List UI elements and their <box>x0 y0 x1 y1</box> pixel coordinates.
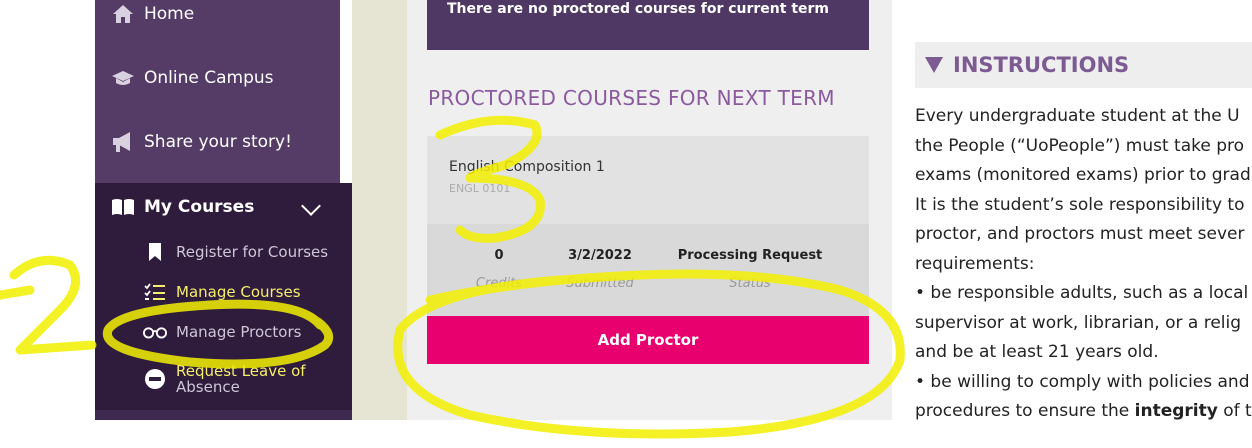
sidebar-bottom-bar <box>95 410 352 420</box>
my-courses-toggle[interactable]: My Courses <box>95 183 340 231</box>
instructions-toggle[interactable]: INSTRUCTIONS <box>915 42 1252 88</box>
sidebar-item-online-campus[interactable]: Online Campus <box>95 48 340 108</box>
instruction-line: and be at least 21 years old. <box>915 342 1159 362</box>
minus-circle-icon <box>143 368 167 390</box>
instructions-title: INSTRUCTIONS <box>953 53 1130 77</box>
instruction-line: procedures to ensure the integrity of t <box>915 397 1252 427</box>
banner-text: There are no proctored courses for curre… <box>447 1 830 17</box>
submitted-label: Submitted <box>566 276 634 291</box>
book-icon <box>110 198 136 216</box>
add-proctor-button[interactable]: Add Proctor <box>427 316 869 364</box>
divider-column <box>352 0 407 420</box>
triangle-down-icon <box>925 57 943 73</box>
current-term-banner: There are no proctored courses for curre… <box>427 0 869 50</box>
course-code: ENGL 0101 <box>449 182 511 195</box>
instruction-line: • be responsible adults, such as a local <box>915 283 1249 303</box>
instructions-body: Every undergraduate student at the U the… <box>915 102 1252 427</box>
my-courses-section: My Courses Register for Courses Manage C… <box>95 183 352 420</box>
glasses-icon <box>143 325 167 339</box>
bookmark-icon <box>143 242 167 262</box>
sidebar-item-manage-courses[interactable]: Manage Courses <box>143 280 343 304</box>
sidebar-item-label: Share your story! <box>144 132 292 152</box>
sidebar-item-manage-proctors[interactable]: Manage Proctors <box>143 320 343 344</box>
chevron-down-icon <box>301 196 321 216</box>
sidebar-item-label: Register for Courses <box>176 243 329 261</box>
instruction-line: • be willing to comply with policies and <box>915 371 1250 392</box>
instruction-line: It is the student’s sole responsibility … <box>915 194 1245 215</box>
my-courses-label: My Courses <box>144 197 255 217</box>
course-stats: 0 Credits 3/2/2022 Submitted Processing … <box>427 224 869 316</box>
instruction-bold-word: integrity <box>1134 401 1218 421</box>
submitted-value: 3/2/2022 <box>568 248 632 263</box>
instruction-line: requirements: <box>915 253 1035 274</box>
instruction-line: supervisor at work, librarian, or a reli… <box>915 312 1242 333</box>
credits-value: 0 <box>494 248 504 263</box>
instruction-text: procedures to ensure the <box>915 401 1135 421</box>
sidebar-item-register-courses[interactable]: Register for Courses <box>143 240 343 264</box>
annotation-two <box>0 255 97 355</box>
instruction-line: proctor, and proctors must meet sever <box>915 224 1245 244</box>
sidebar-item-request-leave[interactable]: Request Leave of Absence <box>143 361 343 397</box>
section-title: PROCTORED COURSES FOR NEXT TERM <box>428 86 835 110</box>
sidebar-item-label: Home <box>144 4 195 24</box>
leave-label-line2: Absence <box>176 378 240 396</box>
instruction-line: the People (“UoPeople”) must take pro <box>915 135 1245 156</box>
main-content: There are no proctored courses for curre… <box>407 0 892 420</box>
megaphone-icon <box>110 131 136 153</box>
graduation-cap-icon <box>110 69 136 87</box>
sidebar: Home Online Campus Share your story! My … <box>95 0 352 420</box>
sidebar-item-label: Manage Courses <box>176 283 301 301</box>
status-value: Processing Request <box>677 248 823 263</box>
instruction-line: Every undergraduate student at the U <box>915 106 1240 126</box>
sidebar-item-label: Manage Proctors <box>176 323 302 341</box>
sidebar-item-label: Online Campus <box>144 68 274 88</box>
sidebar-item-home[interactable]: Home <box>95 0 340 44</box>
course-name: English Composition 1 <box>449 159 605 175</box>
home-icon <box>110 4 136 24</box>
course-card: English Composition 1 ENGL 0101 <box>427 136 869 224</box>
sidebar-item-share-story[interactable]: Share your story! <box>95 112 340 172</box>
credits-label: Credits <box>475 276 523 291</box>
list-icon <box>143 283 167 301</box>
sidebar-item-label: Request Leave of Absence <box>176 363 306 395</box>
instruction-line: exams (monitored exams) prior to grad <box>915 165 1251 185</box>
status-label: Status <box>729 276 771 291</box>
instruction-tail: of t <box>1217 401 1252 421</box>
